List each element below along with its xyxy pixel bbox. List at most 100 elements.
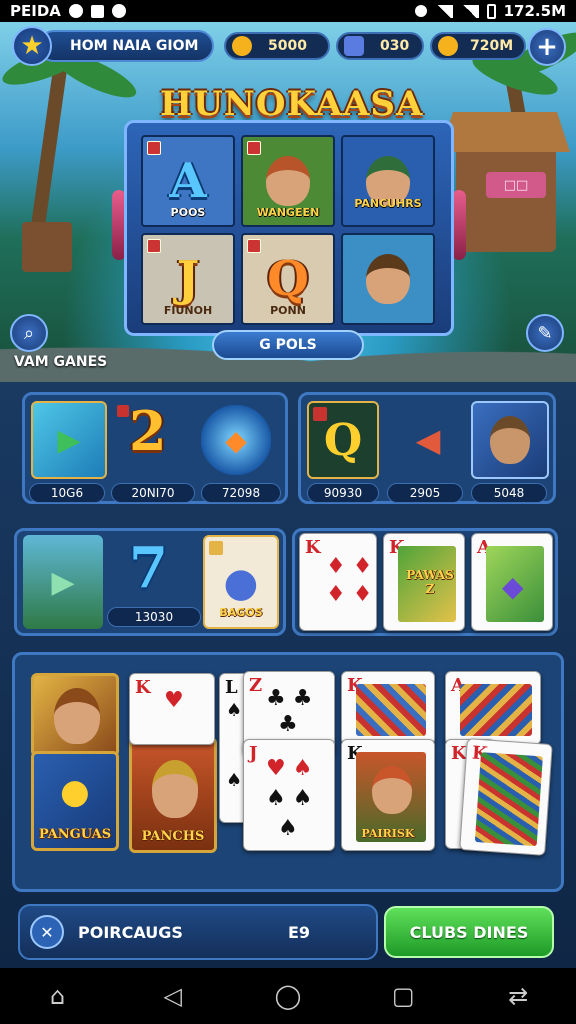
card-art-caption: PAWAS Z: [406, 568, 454, 596]
reel-cell[interactable]: Q PONN: [241, 233, 335, 325]
playing-card[interactable]: K PAWAS Z: [383, 533, 465, 631]
character-portrait: [152, 760, 198, 818]
character-portrait: [490, 416, 530, 464]
switch-app-button[interactable]: ⇄: [498, 976, 538, 1016]
q-symbol: Q: [323, 414, 363, 466]
recents-button[interactable]: ▢: [383, 976, 423, 1016]
game-panel-3[interactable]: ▶ 7 13030 ● BAGOS: [14, 528, 286, 636]
back-button[interactable]: ◁: [153, 976, 193, 1016]
clubs-dines-label: CLUBS DINES: [409, 922, 529, 942]
status-time: 172.5M: [503, 2, 566, 20]
value-pill: 72098: [201, 483, 281, 503]
slot-right-handle: [452, 190, 466, 260]
reel-caption: PANCUHRS: [354, 197, 422, 210]
slot-machine[interactable]: A POOS WANGEEN PANCUHRS J FIUNOH Q PONN: [124, 120, 454, 336]
game-notification-icon: [111, 4, 126, 18]
clubs-dines-button[interactable]: CLUBS DINES: [384, 906, 554, 958]
coins-value: 720M: [470, 38, 514, 54]
club-icon: ♣ ♣: [266, 686, 313, 711]
spade-icon: ♠: [226, 700, 243, 721]
playing-card[interactable]: A ◆: [471, 533, 553, 631]
reel-caption: POOS: [170, 206, 206, 219]
playing-card[interactable]: A: [445, 671, 541, 745]
portrait-card[interactable]: [31, 673, 119, 757]
q-tile[interactable]: Q: [307, 401, 379, 479]
reel-cell[interactable]: WANGEEN: [241, 135, 335, 227]
circle-home-button[interactable]: ◯: [268, 976, 308, 1016]
profile-pill[interactable]: HOM NAIA GIOM: [38, 30, 214, 62]
card-art: [460, 684, 532, 736]
portrait-card[interactable]: ● PANGUAS: [31, 751, 119, 851]
character-tile[interactable]: [471, 401, 549, 479]
game-panel-4[interactable]: K ♦ ♦ ♦ ♦ K PAWAS Z A ◆: [292, 528, 558, 636]
game-panel-2[interactable]: Q ◀ 90930 2905 5048: [298, 392, 556, 504]
card-rank: K: [451, 743, 467, 764]
game-panel-1[interactable]: ▶ 2 ◆ 10G6 20NI70 72098: [22, 392, 288, 504]
monster-tile[interactable]: ● BAGOS: [203, 535, 279, 629]
playing-card[interactable]: K: [341, 671, 435, 745]
playing-card[interactable]: K: [459, 738, 553, 856]
battery-icon: [486, 3, 496, 19]
fish-icon: ▶: [57, 422, 81, 458]
diamond-icon: ♦ ♦: [326, 554, 373, 579]
playing-card[interactable]: J ♥ ♠ ♠ ♠ ♠: [243, 739, 335, 851]
reel-caption: WANGEEN: [256, 206, 320, 219]
club-icon: ♣: [278, 712, 298, 737]
reel-cell[interactable]: [341, 233, 435, 325]
fish-tile[interactable]: ▶: [31, 401, 107, 479]
game-logo: HUNOKAASA: [160, 84, 424, 124]
action-bar: ✕ POIRCAUGS E9 CLUBS DINES: [18, 904, 558, 960]
value-pill: 90930: [307, 483, 379, 503]
recents-icon: ▢: [391, 982, 415, 1010]
card-caption: PAIRISK: [361, 827, 415, 840]
heart-icon: ♥ ♠: [266, 756, 313, 781]
close-icon[interactable]: ✕: [30, 915, 64, 949]
corner-badge: [313, 407, 327, 421]
edit-button[interactable]: ✎: [526, 314, 564, 352]
reel-cell[interactable]: A POOS: [141, 135, 235, 227]
seven-number: 7: [129, 535, 168, 601]
paylines-pill[interactable]: G POLS: [212, 330, 364, 360]
star-level-button[interactable]: ★: [12, 26, 52, 66]
add-currency-button[interactable]: +: [528, 28, 566, 66]
card-art: [356, 684, 426, 736]
home-button[interactable]: ⌂: [38, 976, 78, 1016]
spade-icon: ♠: [278, 816, 298, 841]
playing-card[interactable]: K ♦ ♦ ♦ ♦: [299, 533, 377, 631]
gold-coin-icon: [232, 36, 252, 56]
purchases-value: E9: [287, 922, 310, 942]
tile-caption: BAGOS: [219, 606, 263, 619]
koi-fish-icon: ◀: [415, 421, 441, 459]
currency-gold[interactable]: 5000: [224, 32, 330, 60]
character-portrait: [372, 766, 412, 814]
spin-fish-tile[interactable]: ◆: [201, 405, 271, 475]
playing-card[interactable]: K ♥: [129, 673, 215, 745]
reel-symbol: A: [169, 153, 207, 209]
search-button[interactable]: ⌕: [10, 314, 48, 352]
spade-icon: ♠: [226, 770, 243, 791]
section-label: VAM GANES: [14, 354, 108, 370]
reel-caption: FIUNOH: [163, 304, 213, 317]
pencil-icon: ✎: [537, 322, 553, 344]
hut-sign: □□: [486, 172, 546, 198]
signal-icon: [460, 4, 479, 18]
purchases-label: POIRCAUGS: [78, 922, 183, 942]
app-notification-icon: [90, 4, 104, 18]
corner-badge: [147, 141, 161, 155]
reel-cell[interactable]: PANCUHRS: [341, 135, 435, 227]
currency-coins[interactable]: 720M: [430, 32, 526, 60]
currency-gem[interactable]: 030: [336, 32, 424, 60]
android-nav-bar: ⌂ ◁ ◯ ▢ ⇄: [0, 968, 576, 1024]
reel-cell[interactable]: J FIUNOH: [141, 233, 235, 325]
hut-roof: [440, 112, 570, 152]
jungle-fish-tile[interactable]: ▶: [23, 535, 103, 629]
card-hand-panel[interactable]: ● PANGUAS PANCHS K ♥ L ♠ ♠ Z ♣ ♣ ♣ J ♥ ♠…: [12, 652, 564, 892]
corner-badge: [147, 239, 161, 253]
coin-icon: [438, 36, 458, 56]
purchases-button[interactable]: ✕ POIRCAUGS E9: [18, 904, 378, 960]
koi-tile[interactable]: ◀: [393, 405, 463, 475]
portrait-card[interactable]: PANCHS: [129, 737, 217, 853]
playing-card[interactable]: K PAIRISK: [341, 739, 435, 851]
corner-badge: [247, 141, 261, 155]
card-rank: K: [135, 677, 151, 698]
